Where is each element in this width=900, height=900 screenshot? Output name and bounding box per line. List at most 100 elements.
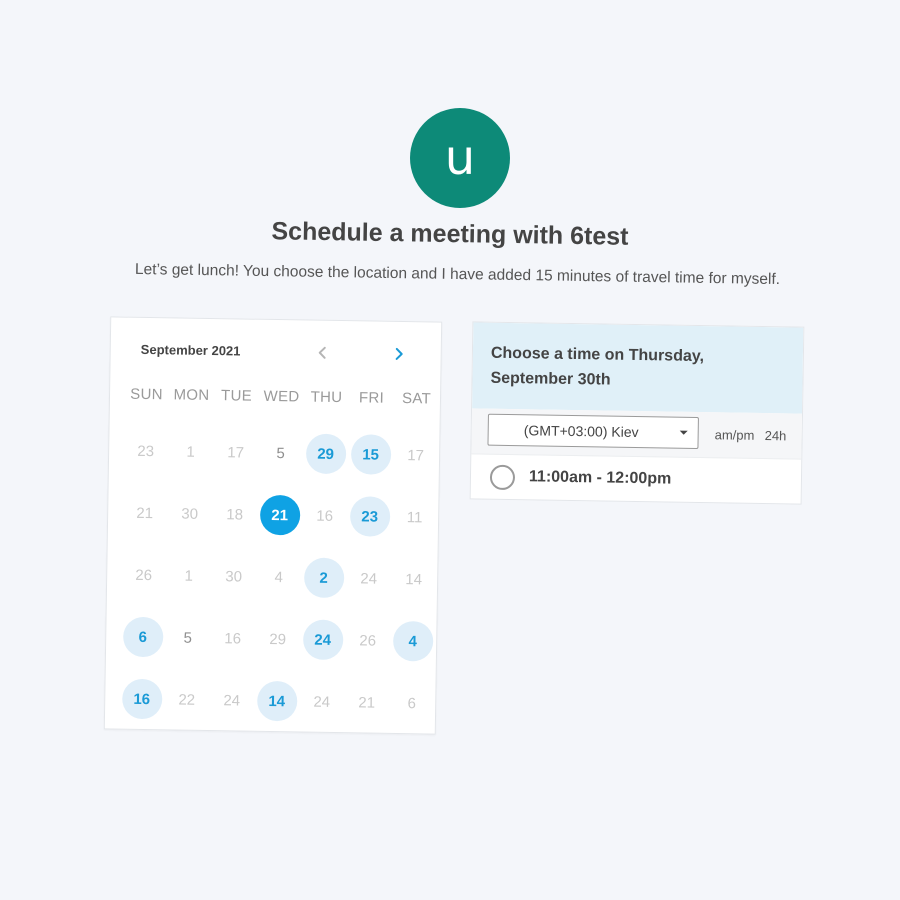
calendar-day-label: 21 [259, 494, 300, 536]
calendar-day-label: 29 [269, 630, 287, 648]
calendar-day[interactable]: 24 [300, 608, 346, 671]
calendar-day: 24 [209, 669, 255, 732]
caret-down-icon [679, 430, 688, 435]
calendar-day-label: 24 [302, 619, 344, 661]
calendar-day: 26 [121, 544, 167, 607]
calendar-day: 16 [210, 607, 256, 670]
calendar-day-label: 16 [316, 507, 334, 525]
calendar-day: 14 [391, 548, 437, 611]
calendar-day-label: 21 [358, 693, 376, 712]
meeting-description: Let’s get lunch! You choose the location… [134, 260, 781, 289]
calendar-day-label: 14 [256, 680, 298, 722]
calendar-day-label: 5 [183, 629, 193, 647]
calendar-day-label: 5 [276, 444, 285, 462]
calendar-day-label: 11 [406, 508, 423, 526]
next-month-button[interactable] [387, 342, 411, 366]
calendar-day-label: 6 [122, 616, 164, 658]
weekday-wed: WED [263, 387, 300, 406]
time-slot-label: 11:00am - 12:00pm [528, 468, 672, 488]
calendar-day: 21 [344, 671, 390, 734]
time-selector: Choose a time on Thursday, September 30t… [469, 321, 805, 505]
calendar-day[interactable]: 23 [347, 485, 393, 548]
calendar-day-label: 17 [227, 443, 245, 462]
calendar-day-label: 29 [305, 433, 346, 475]
calendar-day-label: 16 [224, 629, 242, 648]
weekday-thu: THU [310, 388, 343, 407]
calendar-day[interactable]: 4 [390, 610, 436, 673]
chevron-right-icon [395, 347, 403, 360]
calendar-day: 21 [122, 482, 168, 545]
calendar-day[interactable]: 6 [120, 606, 166, 669]
calendar-day: 5 [258, 422, 304, 485]
calendar-day: 29 [255, 608, 301, 671]
calendar-day: 24 [346, 547, 392, 610]
calendar-day[interactable]: 16 [119, 668, 165, 731]
ampm-format-toggle[interactable]: am/pm [715, 427, 755, 443]
calendar-day-label: 23 [349, 496, 390, 537]
calendar-day-label: 1 [184, 567, 194, 585]
time-panel-header: Choose a time on Thursday, September 30t… [472, 322, 804, 414]
calendar-day-label: 26 [359, 631, 377, 650]
calendar-day: 30 [167, 482, 213, 545]
calendar-day: 6 [389, 672, 435, 735]
time-slot[interactable]: 11:00am - 12:00pm [471, 454, 802, 504]
24h-format-toggle[interactable]: 24h [765, 428, 787, 443]
calendar-day: 22 [164, 668, 210, 731]
calendar-day-label: 22 [178, 691, 196, 709]
calendar-day-label: 4 [392, 620, 434, 662]
calendar-day-label: 14 [405, 570, 423, 588]
calendar-day[interactable]: 14 [254, 670, 300, 733]
calendar-day[interactable]: 29 [303, 422, 349, 485]
calendar-day: 4 [256, 546, 302, 609]
calendar-day-label: 4 [274, 568, 283, 586]
calendar-day-label: 6 [407, 694, 417, 712]
weekday-fri: FRI [358, 389, 385, 407]
calendar-day-label: 16 [121, 678, 163, 720]
calendar-day[interactable]: 2 [301, 546, 347, 609]
calendar-day: 1 [168, 420, 214, 483]
calendar-day-label: 24 [360, 569, 378, 588]
calendar-day: 26 [345, 609, 391, 672]
calendar-day-label: 26 [135, 566, 153, 584]
time-slot-radio[interactable] [489, 464, 516, 491]
time-panel-title: Choose a time on Thursday, September 30t… [490, 344, 705, 389]
timezone-row: (GMT+03:00) Kiev am/pm 24h [471, 408, 803, 460]
weekday-sat: SAT [401, 390, 432, 408]
calendar-day: 11 [392, 486, 438, 549]
calendar-day-label: 23 [137, 442, 155, 460]
calendar-day: 17 [393, 424, 439, 487]
calendar-day-label: 24 [223, 691, 241, 710]
calendar-day-label: 1 [186, 443, 195, 461]
calendar-day: 24 [299, 670, 345, 733]
weekday-mon: MON [173, 386, 210, 404]
avatar: u [410, 108, 510, 208]
calendar-day: 23 [123, 420, 169, 483]
avatar-initial: u [444, 130, 476, 186]
calendar-day: 16 [302, 484, 348, 547]
chevron-left-icon [318, 346, 326, 359]
calendar-day-label: 17 [407, 446, 425, 464]
calendar-day-label: 15 [350, 434, 391, 475]
weekday-header: SUN MON TUE WED THU FRI SAT [124, 386, 436, 408]
calendar-day-label: 30 [225, 567, 243, 586]
day-grid: 23 1 17 5 29 15 17 21 30 18 21 16 23 11 26 1 30 4 2 24 14 6 5 1… [119, 420, 439, 735]
calendar-day[interactable]: 15 [348, 423, 394, 486]
calendar-day-selected[interactable]: 21 [257, 484, 303, 547]
weekday-tue: TUE [220, 387, 253, 405]
calendar-day-label: 24 [313, 693, 331, 711]
calendar-day: 5 [165, 606, 211, 669]
calendar-day-label: 18 [226, 505, 244, 524]
prev-month-button[interactable] [311, 341, 335, 365]
calendar-day-label: 30 [181, 505, 199, 523]
calendar-day-label: 21 [136, 504, 154, 522]
timezone-value: (GMT+03:00) Kiev [523, 422, 639, 441]
calendar-day: 1 [166, 544, 212, 607]
month-label: September 2021 [140, 341, 241, 359]
page-title: Schedule a meeting with 6test [271, 217, 629, 251]
calendar-day-label: 2 [303, 557, 344, 599]
calendar-day: 17 [213, 421, 259, 484]
calendar-day: 30 [211, 545, 257, 608]
weekday-sun: SUN [130, 385, 163, 404]
calendar-header: September 2021 [141, 340, 421, 368]
timezone-dropdown[interactable]: (GMT+03:00) Kiev [487, 413, 699, 449]
